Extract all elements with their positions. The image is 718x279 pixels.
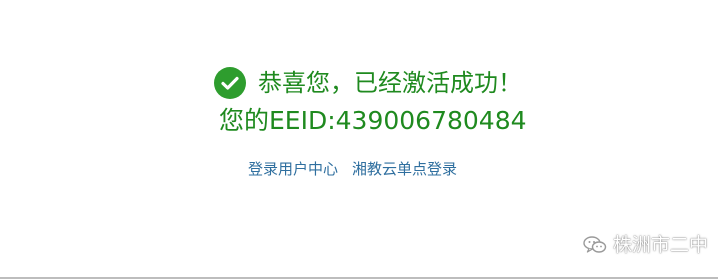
single-sign-on-link[interactable]: 湘教云单点登录 xyxy=(352,159,457,179)
eeid-text: 您的EEID:439006780484 xyxy=(219,106,527,135)
watermark-text: 株洲市二中 xyxy=(613,234,709,256)
activation-success-message: 恭喜您，已经激活成功！ xyxy=(258,69,522,97)
check-circle-icon xyxy=(214,67,246,99)
login-links: 登录用户中心 湘教云单点登录 xyxy=(248,159,457,179)
success-title-row: 恭喜您，已经激活成功！ xyxy=(214,66,522,100)
user-center-login-link[interactable]: 登录用户中心 xyxy=(248,159,338,179)
wechat-icon xyxy=(581,233,609,257)
wechat-watermark: 株洲市二中 xyxy=(581,233,708,257)
